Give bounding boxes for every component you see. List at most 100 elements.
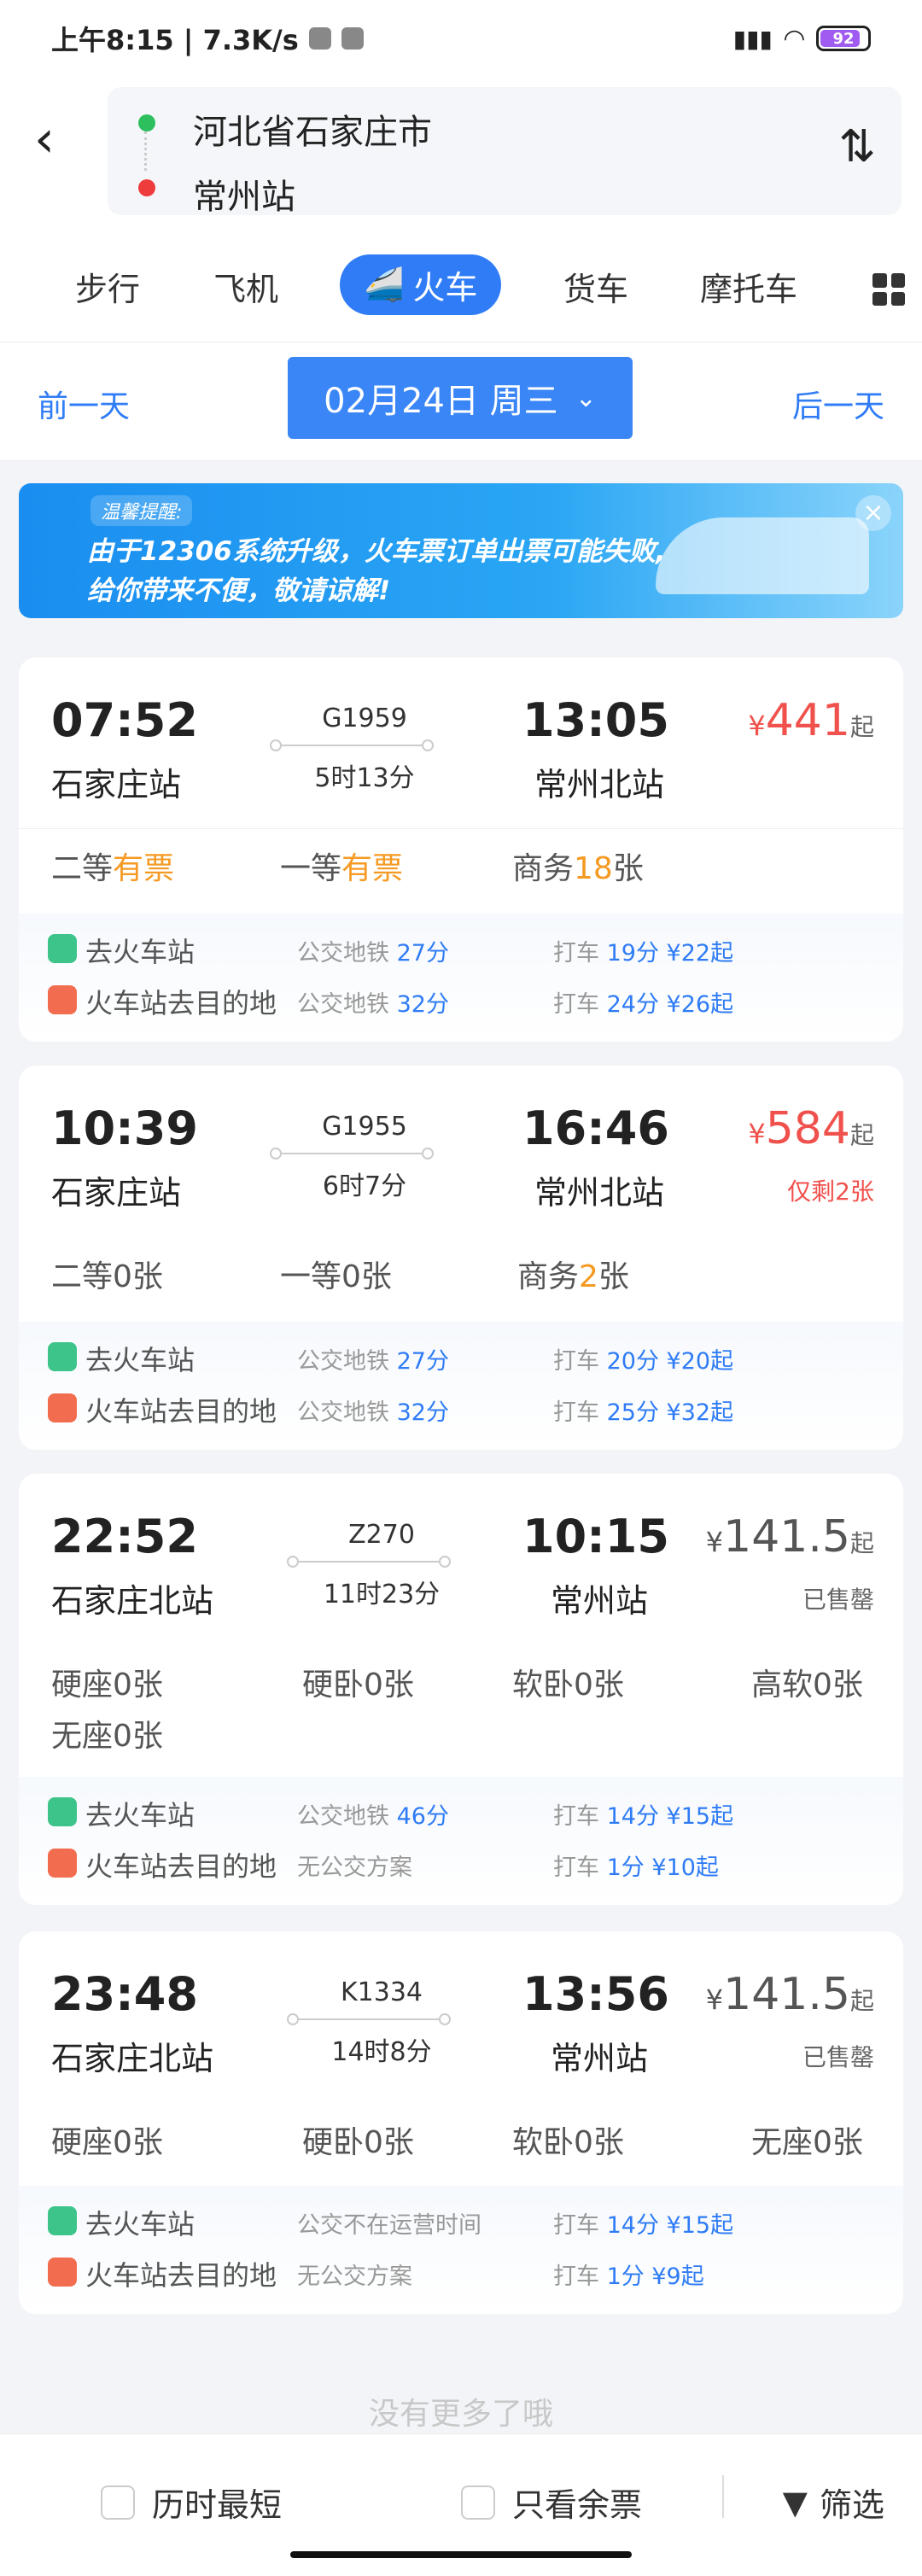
price-suffix: 起	[849, 1529, 874, 1557]
tab-walk[interactable]: 步行	[75, 263, 140, 310]
seat-deluxe-soft: 高软0张	[751, 1668, 863, 1703]
to-station-row[interactable]: 去火车站 公交地铁 46分 打车 14分 ¥15起	[19, 1792, 903, 1835]
route-header: ‹ 河北省石家庄市 常州站 ⇅ 步行 飞机 🚄 火车 货车 摩托车	[0, 77, 922, 342]
taxi-info: 打车 1分 ¥9起	[553, 2263, 704, 2290]
battery-icon: 92	[816, 26, 871, 51]
car-icon	[48, 1797, 77, 1826]
tab-train[interactable]: 🚄 火车	[340, 254, 502, 315]
departure-time: 10:39	[51, 1101, 198, 1155]
to-station-row[interactable]: 去火车站 公交地铁 27分 打车 19分 ¥22起	[19, 929, 903, 972]
more-grid-icon[interactable]	[872, 273, 905, 306]
arrival-time: 10:15	[522, 1510, 669, 1563]
route-line	[270, 739, 434, 751]
departure-station: 石家庄站	[51, 766, 182, 803]
prev-day-button[interactable]: 前一天	[38, 382, 130, 426]
to-destination-row[interactable]: 火车站去目的地 公交地铁 32分 打车 25分 ¥32起	[19, 1388, 903, 1431]
shortest-duration-checkbox[interactable]: 历时最短	[101, 2479, 282, 2526]
transfer-info: 去火车站 公交不在运营时间 打车 14分 ¥15起 火车站去目的地 无公交方案 …	[19, 2186, 903, 2314]
taxi-info: 打车 19分 ¥22起	[553, 940, 734, 967]
banner-line1: 由于12306系统升级，火车票订单出票可能失败,	[87, 536, 666, 567]
price-suffix: 起	[849, 713, 874, 741]
swap-icon[interactable]: ⇅	[838, 121, 876, 172]
tab-truck[interactable]: 货车	[563, 263, 628, 310]
banner-tip: 温馨提醒:	[90, 495, 193, 526]
back-arrow-icon[interactable]: ‹	[34, 101, 77, 178]
route-box[interactable]: 河北省石家庄市 常州站 ⇅	[108, 87, 902, 217]
route-line	[287, 1556, 451, 1568]
no-more-text: 没有更多了哦	[368, 2397, 553, 2432]
taxi-info: 打车 25分 ¥32起	[553, 1399, 734, 1426]
taxi-info: 打车 14分 ¥15起	[553, 2212, 734, 2239]
origin-text[interactable]: 河北省石家庄市	[193, 104, 432, 154]
price-value: 584	[765, 1103, 850, 1154]
bus-info: 公交地铁 32分	[297, 991, 449, 1018]
tab-motorcycle[interactable]: 摩托车	[700, 263, 797, 310]
wifi-icon: ◠	[784, 23, 804, 54]
price: ¥141.5起	[706, 1511, 874, 1563]
price-value: 441	[765, 695, 850, 746]
arrival-station: 常州北站	[534, 1174, 664, 1212]
seat-soft-sleeper: 软卧0张	[512, 2125, 624, 2160]
to-destination-row[interactable]: 火车站去目的地 无公交方案 打车 1分 ¥10起	[19, 1843, 903, 1886]
checkbox-label: 历时最短	[152, 2486, 283, 2524]
departure-station: 石家庄站	[51, 1174, 182, 1212]
price-suffix: 起	[849, 1987, 874, 2015]
row-label: 火车站去目的地	[85, 2259, 277, 2292]
train-card[interactable]: 23:48 石家庄北站 K1334 14时8分 13:56 常州站 ¥141.5…	[19, 1931, 903, 2314]
available-only-checkbox[interactable]: 只看余票	[461, 2479, 642, 2526]
date-picker-button[interactable]: 02月24日 周三 ⌄	[288, 357, 633, 439]
train-number: K1334	[340, 1977, 423, 2007]
bus-info: 无公交方案	[297, 1855, 412, 1881]
train-card[interactable]: 10:39 石家庄站 G1955 6时7分 16:46 常州北站 ¥584起 仅…	[19, 1066, 903, 1450]
seat-hard-sleeper: 硬卧0张	[302, 2125, 414, 2160]
arrival-time: 13:56	[522, 1967, 669, 2021]
destination-text[interactable]: 常州站	[193, 169, 295, 219]
car-icon	[48, 2206, 77, 2235]
notification-icon	[308, 27, 331, 50]
train-card[interactable]: 07:52 石家庄站 G1959 5时13分 13:05 常州北站 ¥441起 …	[19, 657, 903, 1042]
bus-info: 公交地铁 27分	[297, 940, 449, 967]
date-text: 02月24日 周三	[324, 382, 558, 421]
status-time: 上午8:15 | 7.3K/s	[51, 24, 299, 56]
arrival-station: 常州站	[550, 1582, 648, 1620]
car-icon	[48, 1849, 77, 1878]
row-label: 去火车站	[85, 2208, 195, 2240]
price: ¥141.5起	[706, 1969, 874, 2020]
seat-first-class: 一等有票	[280, 851, 404, 886]
seat-first-class: 一等0张	[280, 1259, 392, 1294]
filter-button[interactable]: ▼ 筛选	[783, 2479, 884, 2526]
arrival-time: 16:46	[522, 1101, 669, 1155]
notice-banner[interactable]: 温馨提醒: 由于12306系统升级，火车票订单出票可能失败, 给你带来不便，敬请…	[19, 483, 903, 618]
duration: 6时7分	[322, 1171, 407, 1201]
seat-hard-seat: 硬座0张	[51, 1668, 163, 1703]
car-icon	[48, 1393, 77, 1422]
to-destination-row[interactable]: 火车站去目的地 无公交方案 打车 1分 ¥9起	[19, 2252, 903, 2295]
bus-info: 公交地铁 32分	[297, 1399, 449, 1426]
to-destination-row[interactable]: 火车站去目的地 公交地铁 32分 打车 24分 ¥26起	[19, 980, 903, 1023]
close-icon[interactable]: ×	[855, 495, 891, 531]
seat-business: 商务2张	[517, 1259, 629, 1294]
seat-hard-seat: 硬座0张	[51, 2125, 163, 2160]
row-label: 去火车站	[85, 1799, 195, 1831]
seat-business: 商务18张	[512, 851, 644, 886]
tab-plane[interactable]: 飞机	[213, 263, 278, 310]
banner-line2: 给你带来不便，敬请谅解!	[87, 575, 391, 606]
home-indicator[interactable]	[290, 2551, 632, 2558]
taxi-info: 打车 14分 ¥15起	[553, 1803, 734, 1830]
bus-info: 公交地铁 27分	[297, 1348, 449, 1375]
to-station-row[interactable]: 去火车站 公交不在运营时间 打车 14分 ¥15起	[19, 2201, 903, 2244]
train-card[interactable]: 22:52 石家庄北站 Z270 11时23分 10:15 常州站 ¥141.5…	[19, 1474, 903, 1905]
checkbox-icon	[101, 2485, 135, 2520]
seat-second-class: 二等0张	[51, 1259, 163, 1294]
next-day-button[interactable]: 后一天	[792, 382, 884, 426]
bus-info: 公交地铁 46分	[297, 1803, 449, 1830]
transfer-info: 去火车站 公交地铁 46分 打车 14分 ¥15起 火车站去目的地 无公交方案 …	[19, 1777, 903, 1905]
to-station-row[interactable]: 去火车站 公交地铁 27分 打车 20分 ¥20起	[19, 1337, 903, 1380]
seat-second-class: 二等有票	[51, 851, 175, 886]
bus-info: 公交不在运营时间	[297, 2212, 481, 2239]
train-icon: 🚄	[364, 266, 405, 303]
transfer-info: 去火车站 公交地铁 27分 打车 19分 ¥22起 火车站去目的地 公交地铁 3…	[19, 914, 903, 1042]
departure-time: 22:52	[51, 1510, 198, 1563]
row-label: 去火车站	[85, 1344, 195, 1376]
price-value: 141.5	[723, 1969, 850, 2020]
